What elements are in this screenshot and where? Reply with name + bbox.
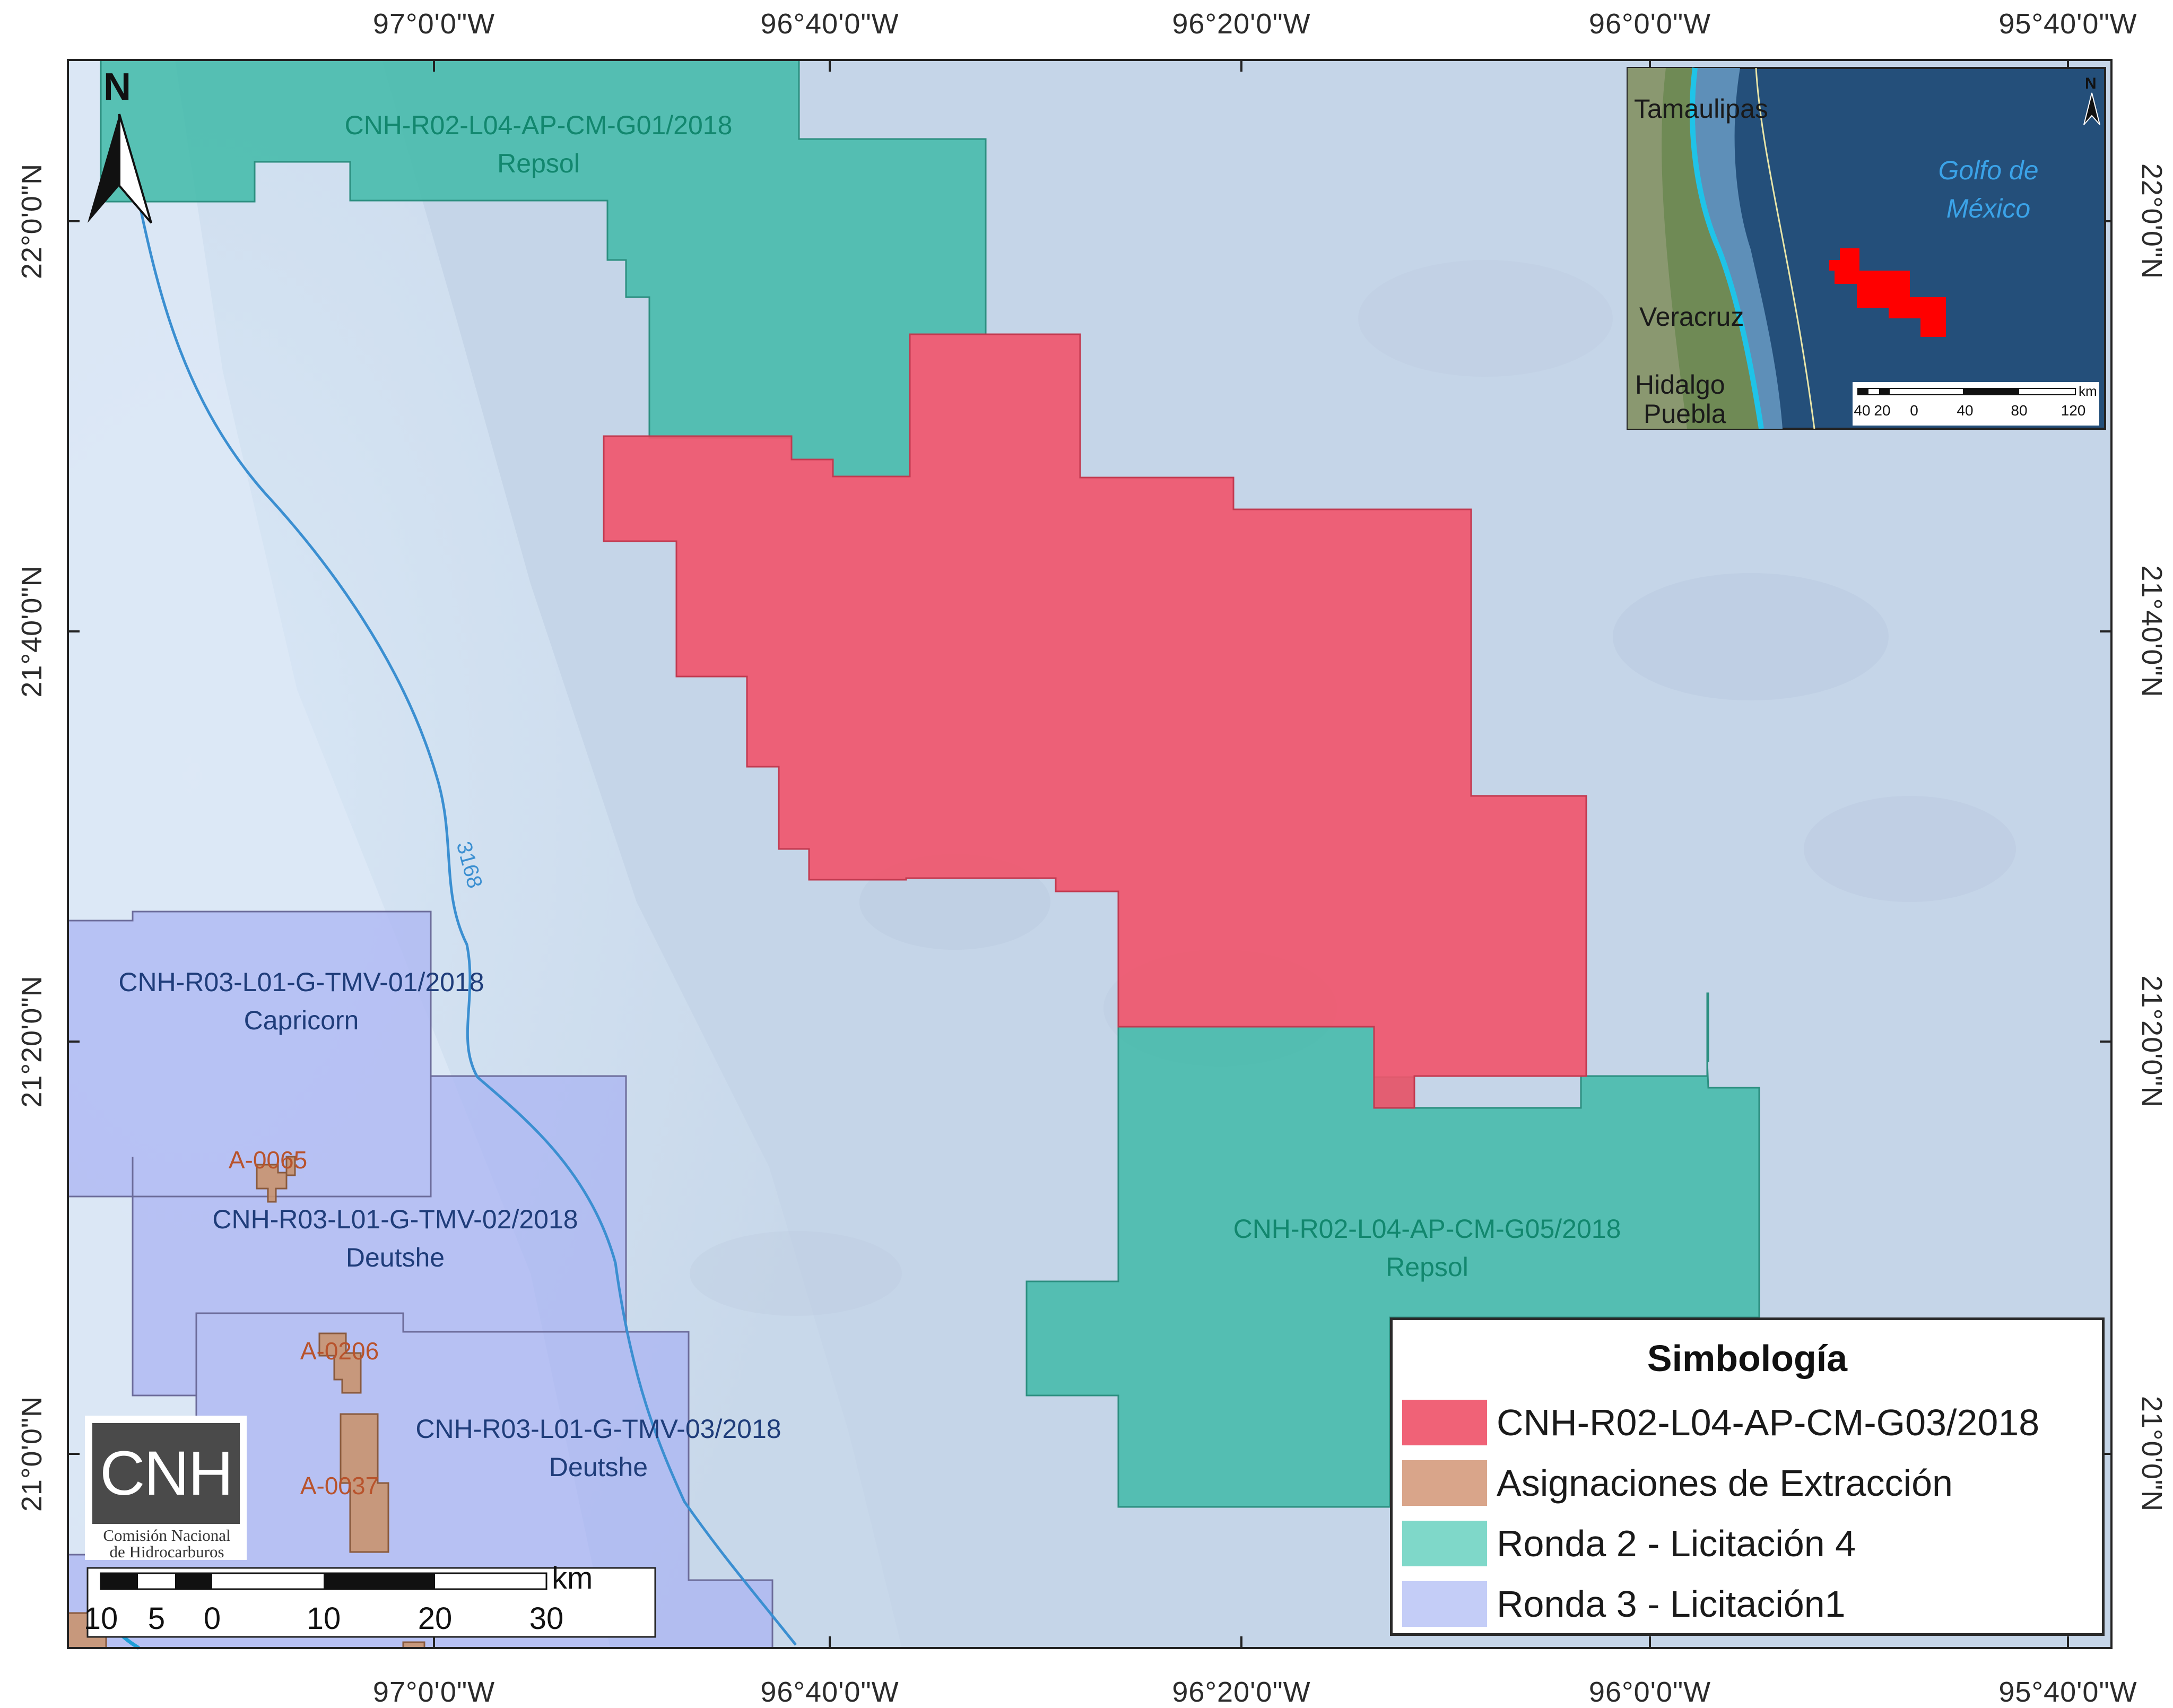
map-frame: 97°0'0"W 96°40'0"W 96°20'0"W 96°0'0"W 95…: [0, 0, 2173, 1708]
legend-label: Ronda 2 - Licitación 4: [1497, 1523, 1856, 1564]
legend-item-assignments: Asignaciones de Extracción: [1402, 1459, 1953, 1507]
scale-tick-5: 20: [418, 1601, 453, 1636]
lat-label-right-4: 21°0'0"N: [2136, 1395, 2168, 1512]
inset-scale-tick-2: 20: [1874, 402, 1891, 419]
lon-label-top-1: 97°0'0"W: [372, 8, 496, 40]
lon-label-top-3: 96°20'0"W: [1172, 8, 1311, 40]
legend-label: Asignaciones de Extracción: [1497, 1462, 1953, 1504]
block-label-tmv02: CNH-R03-L01-G-TMV-02/2018 Deutshe: [212, 1200, 578, 1277]
block-operator-tmv03: Deutshe: [549, 1452, 648, 1482]
lat-label-right-3: 21°20'0"N: [2136, 975, 2168, 1108]
scale-tick-6: 30: [529, 1601, 564, 1636]
scale-tick-1: 10: [83, 1601, 118, 1636]
block-code-tmv02: CNH-R03-L01-G-TMV-02/2018: [212, 1204, 578, 1234]
block-code-tmv01: CNH-R03-L01-G-TMV-01/2018: [118, 967, 484, 997]
inset-north-label: N: [2085, 75, 2097, 92]
scale-tick-3: 0: [203, 1601, 221, 1636]
legend-item-ronda3: Ronda 3 - Licitación1: [1402, 1580, 1846, 1628]
block-operator-g05: Repsol: [1386, 1252, 1468, 1282]
north-label: N: [103, 66, 131, 108]
assignment-label-1: A-0065: [228, 1146, 308, 1174]
scale-tick-2: 5: [147, 1601, 166, 1636]
legend-title: Simbología: [1647, 1338, 1848, 1379]
inset-label-hidalgo: Hidalgo: [1635, 370, 1725, 400]
lon-label-top-2: 96°40'0"W: [760, 8, 899, 40]
legend-label: Ronda 3 - Licitación1: [1497, 1583, 1846, 1625]
inset-scale-tick-5: 80: [2011, 402, 2028, 419]
inset-scale-tick-4: 40: [1957, 402, 1974, 419]
block-code-g05: CNH-R02-L04-AP-CM-G05/2018: [1233, 1214, 1621, 1244]
inset-sea-label: Golfo de México: [1938, 151, 2038, 228]
cnh-logo-subtitle: Comisión Nacional de Hidrocarburos: [91, 1527, 242, 1560]
lat-label-left-2: 21°40'0"N: [16, 565, 48, 698]
lon-label-bottom-2: 96°40'0"W: [760, 1676, 899, 1708]
cnh-logo-mark: CNH: [92, 1423, 240, 1524]
lat-label-left-3: 21°20'0"N: [16, 975, 48, 1108]
lon-label-bottom-5: 95°40'0"W: [1998, 1676, 2137, 1708]
lon-label-top-4: 96°0'0"W: [1588, 8, 1711, 40]
block-operator-tmv02: Deutshe: [345, 1243, 445, 1272]
inset-sea-label-line1: Golfo de: [1938, 155, 2039, 185]
legend-swatch: [1402, 1400, 1487, 1445]
lat-label-right-1: 22°0'0"N: [2136, 163, 2168, 280]
block-operator-g01: Repsol: [497, 149, 580, 178]
assignment-label-3: A-0037: [300, 1472, 379, 1499]
lon-label-top-5: 95°40'0"W: [1998, 8, 2137, 40]
inset-scale-tick-3: 0: [1910, 402, 1918, 419]
inset-scale-tick-1: 40: [1854, 402, 1871, 419]
lat-label-left-1: 22°0'0"N: [16, 163, 48, 280]
cnh-logo-subtitle-line1: Comisión Nacional: [103, 1526, 231, 1545]
lon-label-bottom-4: 96°0'0"W: [1588, 1676, 1711, 1708]
assignment-label-2: A-0206: [300, 1337, 379, 1365]
inset-label-puebla: Puebla: [1644, 399, 1726, 429]
inset-scale-tick-6: 120: [2061, 402, 2086, 419]
cnh-logo-subtitle-line2: de Hidrocarburos: [109, 1542, 224, 1561]
block-code-tmv03: CNH-R03-L01-G-TMV-03/2018: [415, 1414, 781, 1444]
scale-tick-4: 10: [306, 1601, 341, 1636]
legend-item-target-block: CNH-R02-L04-AP-CM-G03/2018: [1402, 1399, 2039, 1446]
lat-label-left-4: 21°0'0"N: [16, 1395, 48, 1512]
legend-item-ronda2: Ronda 2 - Licitación 4: [1402, 1520, 1856, 1567]
block-label-g05: CNH-R02-L04-AP-CM-G05/2018 Repsol: [1233, 1210, 1621, 1286]
legend-label: CNH-R02-L04-AP-CM-G03/2018: [1497, 1402, 2040, 1443]
legend: Simbología CNH-R02-L04-AP-CM-G03/2018 As…: [1390, 1317, 2105, 1636]
inset-label-veracruz: Veracruz: [1639, 302, 1744, 332]
block-label-tmv01: CNH-R03-L01-G-TMV-01/2018 Capricorn: [118, 963, 484, 1039]
inset-sea-label-line2: México: [1946, 194, 2031, 223]
block-label-g01: CNH-R02-L04-AP-CM-G01/2018 Repsol: [345, 106, 733, 183]
lat-label-right-2: 21°40'0"N: [2136, 565, 2168, 698]
legend-swatch: [1402, 1581, 1487, 1627]
scale-unit-label: km: [552, 1561, 593, 1596]
block-code-g01: CNH-R02-L04-AP-CM-G01/2018: [344, 110, 733, 140]
lon-label-bottom-3: 96°20'0"W: [1172, 1676, 1311, 1708]
block-operator-tmv01: Capricorn: [244, 1005, 359, 1035]
block-label-tmv03: CNH-R03-L01-G-TMV-03/2018 Deutshe: [415, 1410, 781, 1486]
legend-swatch: [1402, 1521, 1487, 1566]
cnh-logo: CNH Comisión Nacional de Hidrocarburos: [85, 1416, 247, 1560]
inset-label-tamaulipas: Tamaulipas: [1634, 94, 1768, 124]
lon-label-bottom-1: 97°0'0"W: [372, 1676, 496, 1708]
inset-scale-unit: km: [2079, 383, 2097, 399]
legend-swatch: [1402, 1460, 1487, 1506]
